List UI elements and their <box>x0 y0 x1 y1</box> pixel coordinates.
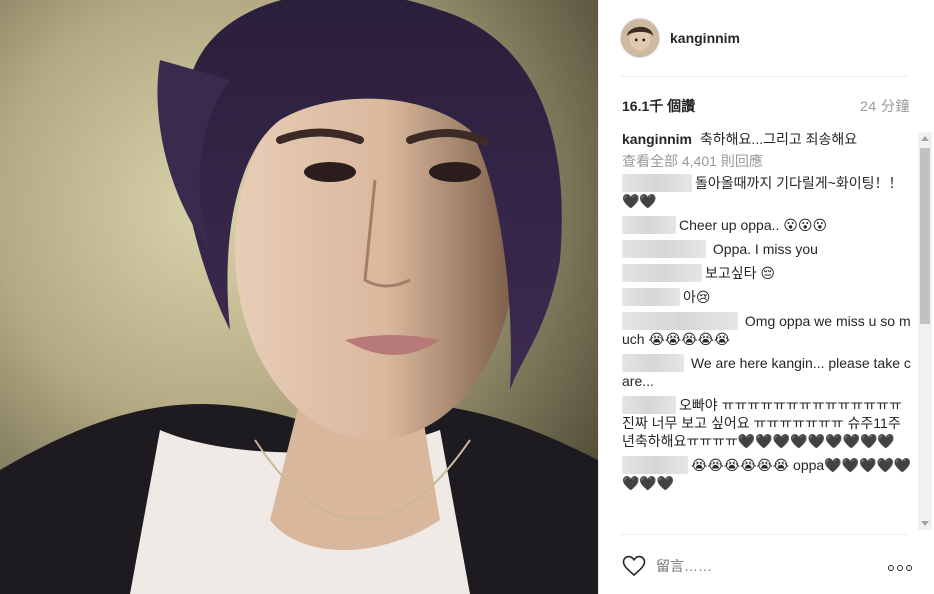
list-item: Omg oppa we miss u so much 😭😭😭😭😭 <box>622 312 912 348</box>
post-stats: 16.1千 個讚 24 分鐘 <box>622 96 910 116</box>
post-timestamp[interactable]: 24 分鐘 <box>860 96 910 116</box>
comment-text: 아😢 <box>683 289 711 305</box>
post-photo[interactable] <box>0 0 598 594</box>
like-count[interactable]: 16.1千 個讚 <box>622 96 695 116</box>
heart-outline-icon[interactable] <box>622 555 646 577</box>
comments-list[interactable]: kanginnim 축하해요...그리고 죄송해요 查看全部 4,401 則回應… <box>622 130 912 528</box>
comment-text: Cheer up oppa.. 😮😮😮 <box>679 217 828 233</box>
post-header: kanginnim <box>620 16 740 60</box>
comments-scrollbar[interactable] <box>918 132 932 530</box>
avatar-image <box>621 19 659 57</box>
redacted-username <box>622 240 706 258</box>
list-item: 돌아올때까지 기다릴게~화이팅！！🖤🖤 <box>622 174 912 210</box>
comment-input[interactable] <box>656 558 856 574</box>
post-footer <box>622 548 912 584</box>
footer-divider <box>620 534 908 535</box>
avatar[interactable] <box>620 18 660 58</box>
header-divider <box>620 76 908 77</box>
portrait-image <box>0 0 598 594</box>
redacted-username <box>622 456 688 474</box>
redacted-username <box>622 264 702 282</box>
redacted-username <box>622 354 684 372</box>
post-caption: kanginnim 축하해요...그리고 죄송해요 <box>622 130 912 148</box>
list-item: 보고싶타 😔 <box>622 264 912 282</box>
caption-author[interactable]: kanginnim <box>622 131 692 147</box>
scroll-thumb[interactable] <box>920 148 930 324</box>
scroll-down-arrow-icon[interactable] <box>921 521 929 526</box>
list-item: Oppa. I miss you <box>622 240 912 258</box>
redacted-username <box>622 288 680 306</box>
list-item: 오빠야 ㅠㅠㅠㅠㅠㅠㅠㅠㅠㅠㅠㅠㅠㅠ 진짜 너무 보고 싶어요 ㅠㅠㅠㅠㅠㅠㅠ … <box>622 396 912 450</box>
redacted-username <box>622 396 676 414</box>
list-item: 아😢 <box>622 288 912 306</box>
redacted-username <box>622 216 676 234</box>
redacted-username <box>622 174 692 192</box>
list-item: We are here kangin... please take care..… <box>622 354 912 390</box>
scroll-up-arrow-icon[interactable] <box>921 136 929 141</box>
list-item: 😭😭😭😭😭😭 oppa🖤🖤🖤🖤🖤🖤🖤🖤 <box>622 456 912 492</box>
more-options-icon[interactable] <box>885 558 912 576</box>
list-item: Cheer up oppa.. 😮😮😮 <box>622 216 912 234</box>
view-all-comments-link[interactable]: 查看全部 4,401 則回應 <box>622 152 912 170</box>
caption-text: 축하해요...그리고 죄송해요 <box>699 131 858 147</box>
redacted-username <box>622 312 738 330</box>
post-username[interactable]: kanginnim <box>670 30 740 46</box>
comment-text: Oppa. I miss you <box>709 241 818 257</box>
comment-text: 보고싶타 😔 <box>705 265 776 281</box>
